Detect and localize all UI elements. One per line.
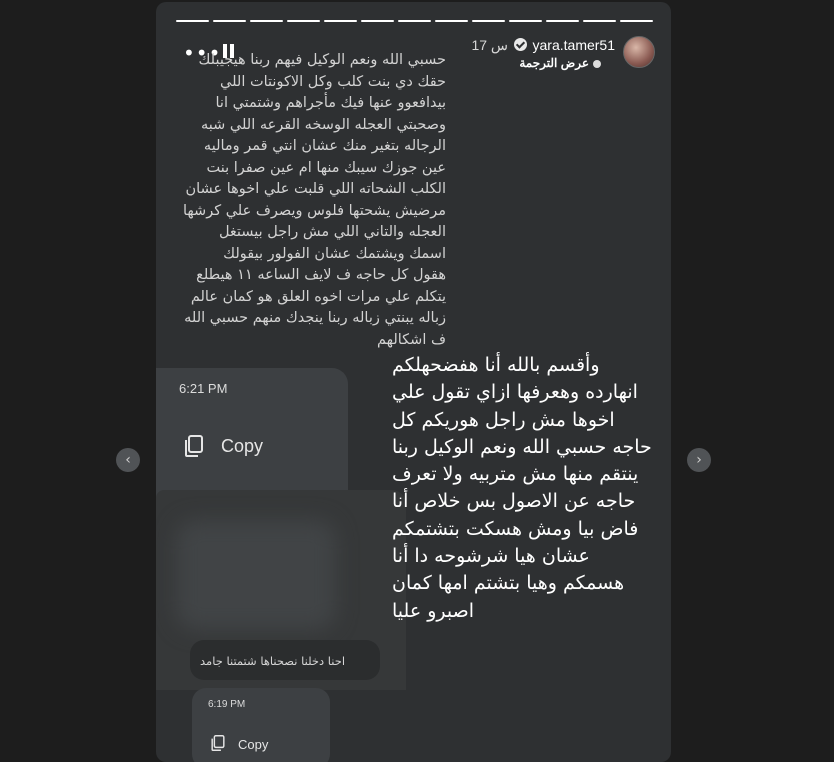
progress-segment [620, 20, 653, 22]
progress-segment [213, 20, 246, 22]
copy-menu-item: Copy [221, 436, 264, 456]
story-progress-bar [176, 20, 653, 23]
next-story-button[interactable]: › [687, 448, 711, 472]
avatar[interactable] [623, 36, 655, 68]
previous-story-button[interactable]: ‹ [116, 448, 140, 472]
progress-segment [176, 20, 209, 22]
progress-segment [435, 20, 468, 22]
blurred-content [176, 520, 336, 630]
progress-segment-current [583, 20, 616, 22]
progress-segment [398, 20, 431, 22]
screenshot-message-text: حسبي الله ونعم الوكيل فيهم ربنا هيجيبلك … [182, 52, 446, 348]
copy-icon [185, 435, 203, 457]
story-caption-text: وأقسم بالله أنا هفضحهلكم انهارده وهعرفها… [392, 354, 652, 622]
progress-segment [472, 20, 505, 22]
chat-message-text: احنا دخلنا نصحناها شتمتنا جامد [200, 654, 346, 668]
blurred-screenshot-region: احنا دخلنا نصحناها شتمتنا جامد [156, 490, 406, 690]
verified-badge-icon [514, 38, 527, 51]
progress-segment [509, 20, 542, 22]
username[interactable]: yara.tamer51 [533, 37, 615, 53]
copy-icon [211, 735, 225, 751]
progress-segment [324, 20, 357, 22]
progress-segment [361, 20, 394, 22]
translate-icon [593, 60, 601, 68]
progress-segment [546, 20, 579, 22]
see-translation-button[interactable]: عرض الترجمة [519, 56, 589, 70]
progress-segment [287, 20, 320, 22]
story-viewer: yara.tamer51 17 س عرض الترجمة ••• حسبي ا… [156, 2, 671, 762]
progress-segment [250, 20, 283, 22]
post-time: 17 س [471, 37, 508, 53]
copy-menu-time: 6:19 PM [208, 699, 246, 710]
copy-menu-item: Copy [238, 737, 269, 752]
copy-menu-time: 6:21 PM [179, 381, 228, 396]
